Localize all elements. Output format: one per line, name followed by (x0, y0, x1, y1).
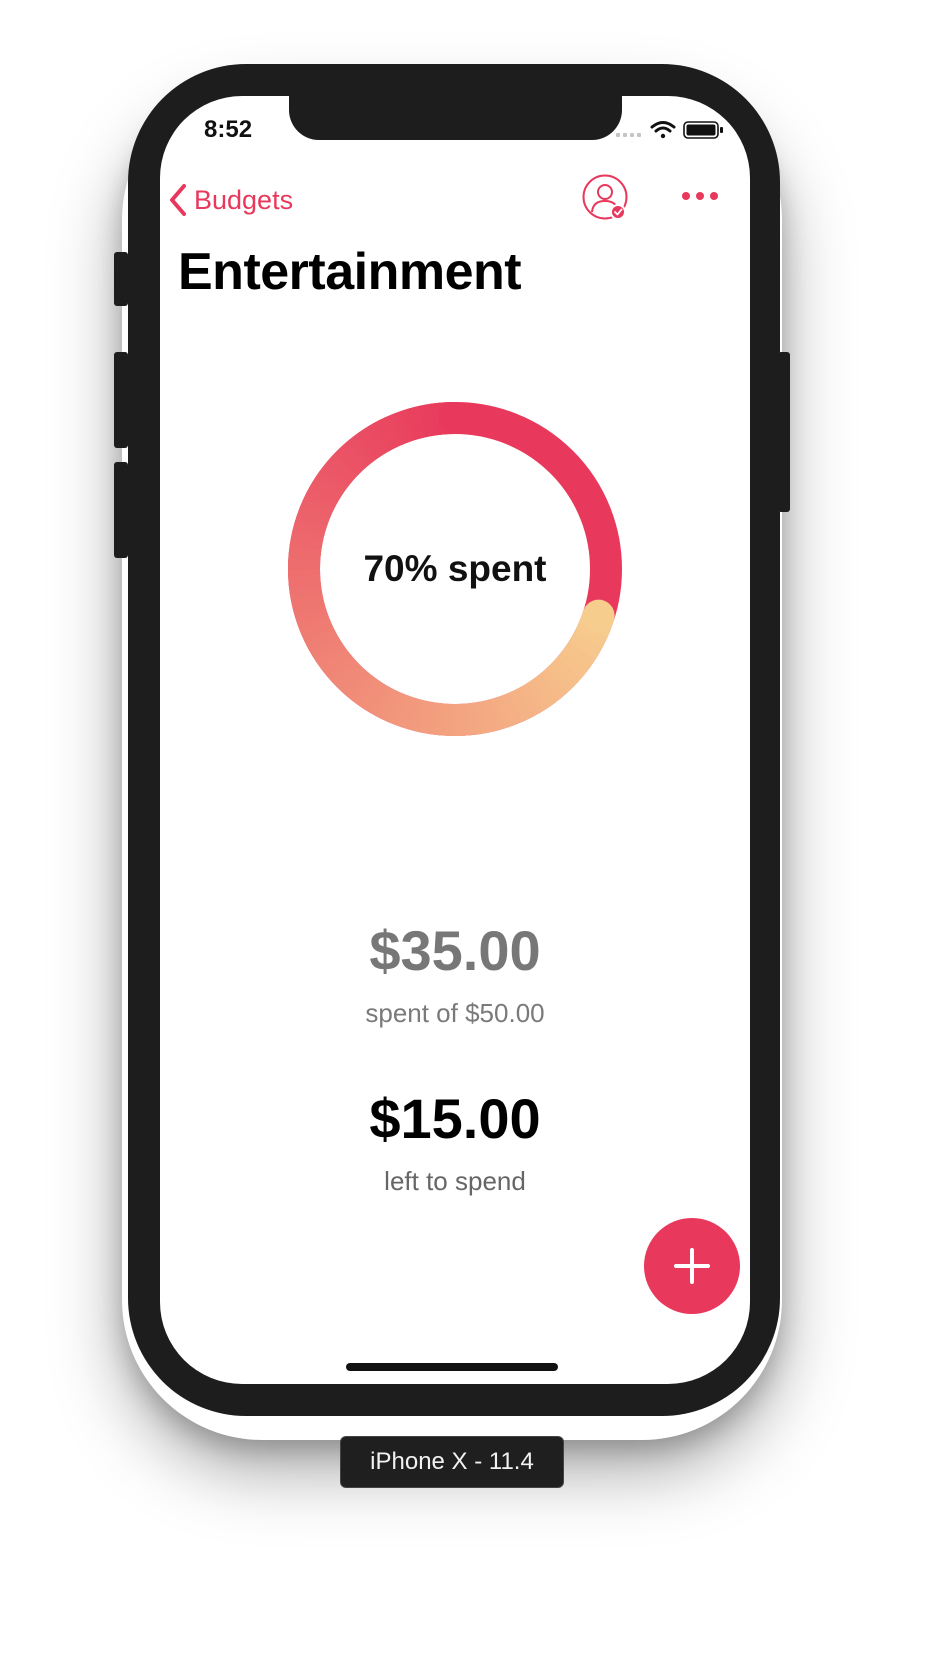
volume-down-button (114, 462, 128, 558)
remaining-amount: $15.00 (369, 1087, 541, 1150)
wifi-icon (650, 121, 676, 139)
progress-label: 70% spent (363, 548, 547, 589)
page-title: Entertainment (178, 243, 522, 301)
cellular-signal-icon (616, 133, 641, 137)
notch (289, 96, 622, 140)
simulator-device-label: iPhone X - 11.4 (340, 1436, 564, 1488)
ellipsis-icon (682, 192, 718, 200)
status-icons (616, 118, 726, 142)
power-button (778, 352, 790, 512)
share-budget-button[interactable] (582, 174, 630, 222)
chevron-left-icon (170, 184, 186, 216)
back-label: Budgets (194, 184, 294, 215)
back-button[interactable]: Budgets (168, 180, 293, 220)
battery-icon (683, 121, 723, 139)
add-transaction-button[interactable] (644, 1218, 740, 1314)
plus-icon (674, 1248, 710, 1284)
spent-amount: $35.00 (369, 919, 541, 982)
more-options-button[interactable] (680, 184, 720, 208)
home-indicator (346, 1363, 558, 1371)
silent-switch (114, 252, 128, 306)
remaining-caption: left to spend (384, 1166, 526, 1196)
phone-screen: 8:52 Budgets Entertainment 70% spent $35… (160, 96, 750, 1384)
volume-up-button (114, 352, 128, 448)
spent-caption: spent of $50.00 (365, 998, 545, 1028)
status-time: 8:52 (204, 116, 253, 143)
user-check-icon (582, 174, 628, 220)
